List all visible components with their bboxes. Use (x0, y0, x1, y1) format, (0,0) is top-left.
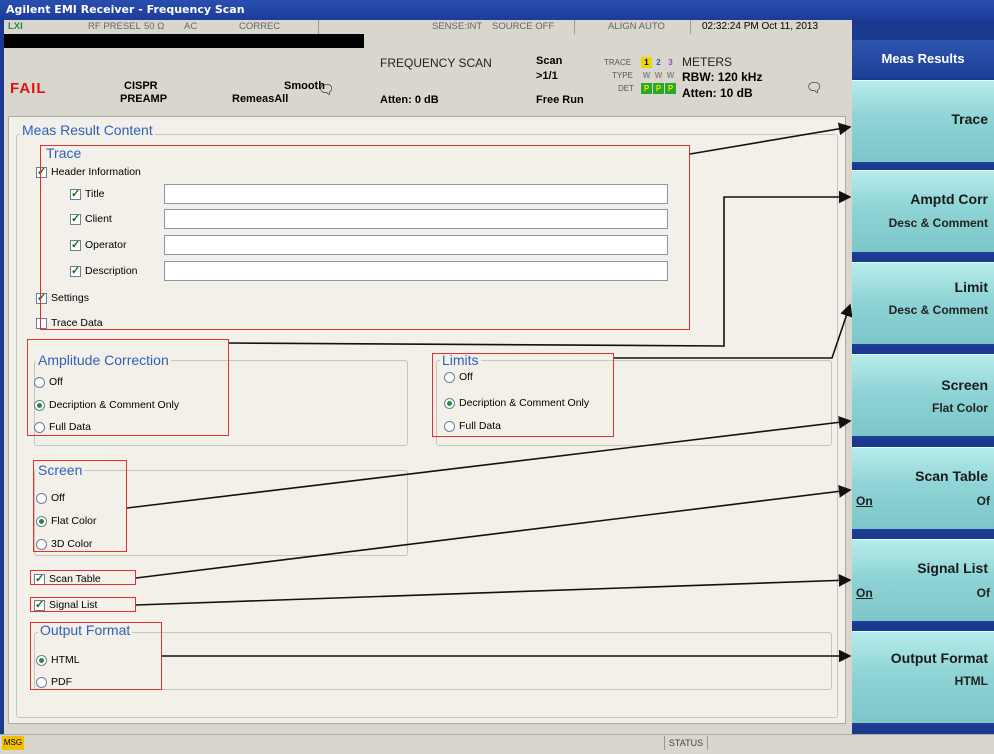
arrow-limit (614, 303, 853, 359)
arrow-amptd-corr (228, 190, 852, 347)
softkey-limit-label: Limit (954, 279, 988, 295)
softkey-screen-value: Flat Color (932, 401, 988, 415)
status-bar (0, 734, 994, 754)
softkey-trace-label: Trace (951, 111, 988, 127)
softkey-scan-table-off: Of (976, 494, 990, 508)
softkey-menu-title: Meas Results (852, 40, 994, 78)
softkey-signal-list-label: Signal List (917, 560, 988, 576)
softkey-trace[interactable]: Trace (852, 80, 994, 164)
softkey-amptd-corr-value: Desc & Comment (888, 216, 988, 230)
arrow-trace (689, 122, 852, 155)
arrow-signal-list (135, 573, 852, 606)
softkey-screen[interactable]: Screen Flat Color (852, 354, 994, 438)
softkey-signal-list-off: Of (976, 586, 990, 600)
softkey-limit-value: Desc & Comment (888, 303, 988, 317)
msg-indicator[interactable]: MSG (2, 736, 24, 750)
softkey-output-format-value: HTML (954, 674, 988, 688)
softkey-screen-label: Screen (941, 377, 988, 393)
softkey-amptd-corr[interactable]: Amptd Corr Desc & Comment (852, 170, 994, 254)
softkey-output-format-label: Output Format (890, 650, 988, 666)
softkey-scan-table-label: Scan Table (915, 468, 988, 484)
softkey-signal-list-on: On (856, 586, 873, 600)
softkey-signal-list[interactable]: Signal List On Of (852, 539, 994, 623)
softkey-scan-table[interactable]: Scan Table On Of (852, 447, 994, 531)
softkey-output-format[interactable]: Output Format HTML (852, 631, 994, 725)
softkey-scan-table-on: On (856, 494, 873, 508)
softkey-limit[interactable]: Limit Desc & Comment (852, 262, 994, 346)
annotation-arrows (126, 122, 853, 663)
arrow-scan-table (135, 485, 852, 579)
status-indicator[interactable]: STATUS (664, 736, 708, 750)
arrow-screen (126, 415, 852, 509)
softkey-amptd-corr-label: Amptd Corr (910, 191, 988, 207)
